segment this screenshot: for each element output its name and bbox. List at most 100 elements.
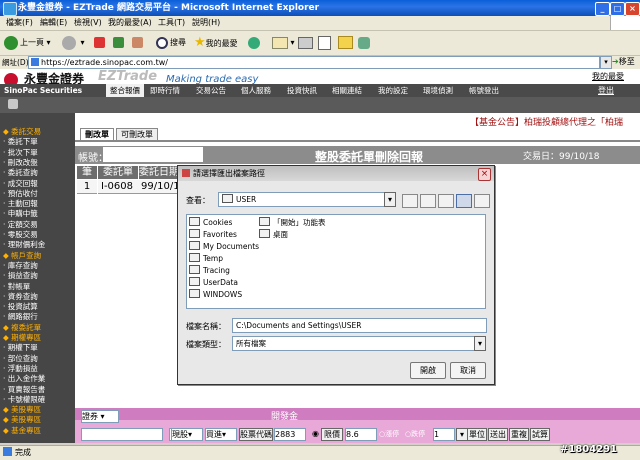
lookin-select[interactable]: USER (218, 192, 393, 207)
nav-realtime-quotes[interactable]: 即時行情 (150, 84, 180, 97)
forward-button[interactable]: ▾ (62, 35, 85, 51)
price-input[interactable]: 8.6 (345, 428, 377, 441)
filetype-select[interactable]: 所有檔案 (232, 336, 477, 351)
menu-tools[interactable]: 工具(T) (158, 17, 185, 29)
home-folder-icon[interactable] (420, 194, 436, 208)
reset-button[interactable]: 重複 (509, 428, 529, 441)
filetype-dropdown-button[interactable]: ▾ (474, 336, 486, 351)
file-list-item[interactable]: UserData (189, 277, 259, 289)
address-input[interactable]: https://eztrade.sinopac.com.tw/ (28, 56, 600, 69)
product-type-select[interactable]: 證券 ▾ (81, 410, 119, 423)
minimize-button[interactable]: _ (595, 2, 610, 16)
refresh-button[interactable] (113, 35, 126, 51)
nav-account-logout[interactable]: 帳號登出 (469, 84, 499, 97)
sidebar-item-14[interactable]: · 損益查詢 (3, 271, 38, 281)
sidebar-item-15[interactable]: · 對帳單 (3, 282, 30, 292)
go-button[interactable]: ➔移至 (612, 56, 635, 67)
mail-button[interactable]: ▾ (272, 35, 295, 51)
sidebar-item-26[interactable]: · 卡號權限確 (3, 395, 45, 405)
sidebar-item-21[interactable]: · 期權下單 (3, 343, 38, 353)
menu-favorites[interactable]: 我的最愛(A) (108, 17, 152, 29)
menu-edit[interactable]: 編輯(E) (40, 17, 67, 29)
sidebar-item-24[interactable]: · 出入金作業 (3, 374, 45, 384)
file-list-item[interactable]: Cookies (189, 217, 259, 229)
new-folder-icon[interactable] (438, 194, 454, 208)
close-button[interactable]: × (625, 2, 640, 16)
open-button[interactable]: 開啟 (410, 362, 446, 379)
my-favorites-link[interactable]: 我的最愛 (592, 71, 624, 82)
sidebar-item-17[interactable]: · 投資試算 (3, 302, 38, 312)
sidebar-item-1[interactable]: · 委託下單 (3, 137, 38, 147)
up-folder-icon[interactable] (402, 194, 418, 208)
sidebar-section-0[interactable]: ◆ 委託交易 (3, 127, 41, 137)
sidebar-item-9[interactable]: · 定額交易 (3, 220, 38, 230)
send-button[interactable]: 送出 (488, 428, 508, 441)
menu-file[interactable]: 檔案(F) (6, 17, 33, 29)
sidebar-item-11[interactable]: · 理財價利金 (3, 240, 45, 250)
edit-button[interactable] (318, 35, 331, 51)
favorites-button[interactable]: ★我的最愛 (194, 35, 238, 51)
messenger-button[interactable] (358, 35, 370, 51)
address-dropdown-button[interactable]: ▾ (600, 56, 612, 69)
sidebar-item-16[interactable]: · 資券查詢 (3, 292, 38, 302)
file-list-item[interactable]: 「開始」功能表 (259, 217, 326, 229)
collapse-toggle-icon[interactable] (8, 99, 18, 109)
nav-environment-check[interactable]: 環境偵測 (423, 84, 453, 97)
nav-my-settings[interactable]: 我的設定 (378, 84, 408, 97)
sidebar-item-10[interactable]: · 零股交易 (3, 230, 38, 240)
file-list-item[interactable]: Favorites (189, 229, 259, 241)
quantity-input[interactable]: 1 (433, 428, 455, 441)
announcement-marquee[interactable]: 【基金公告】柏瑞投顧總代理之「柏瑞 (470, 115, 623, 128)
sidebar-item-13[interactable]: · 庫存查詢 (3, 261, 38, 271)
sidebar-item-22[interactable]: · 部位查詢 (3, 354, 38, 364)
sidebar-item-18[interactable]: · 網路銀行 (3, 312, 38, 322)
stock-code-input[interactable]: 2883 (274, 428, 306, 441)
sidebar-section-12[interactable]: ◆ 帳戶查詢 (3, 251, 41, 261)
dialog-close-button[interactable]: × (478, 168, 491, 181)
file-list-item[interactable]: 桌面 (259, 229, 326, 241)
maximize-button[interactable]: □ (610, 2, 625, 16)
account-select[interactable] (81, 428, 163, 441)
file-list[interactable]: Cookies Favorites My Documents Temp Tracing U… (186, 214, 486, 309)
trial-calc-button[interactable]: 試算 (530, 428, 550, 441)
nav-integrated-quotes[interactable]: 整合報價 (106, 84, 144, 97)
nav-trade-notice[interactable]: 交易公告 (196, 84, 226, 97)
sidebar-section-29[interactable]: ◆ 基金專區 (3, 426, 41, 436)
list-view-icon[interactable] (456, 194, 472, 208)
back-button[interactable]: 上一頁 ▾ (4, 35, 51, 51)
discuss-button[interactable] (338, 35, 353, 51)
sidebar-item-7[interactable]: · 主動回報 (3, 199, 38, 209)
limit-down-radio[interactable]: ○跌停 (405, 429, 425, 439)
sidebar-section-20[interactable]: ◆ 期權專區 (3, 333, 41, 343)
file-list-item[interactable]: My Documents (189, 241, 259, 253)
lookin-dropdown-button[interactable]: ▾ (384, 192, 396, 207)
file-list-item[interactable]: Temp (189, 253, 259, 265)
file-list-item[interactable]: WINDOWS (189, 289, 259, 301)
logout-link[interactable]: 登出 (598, 85, 614, 96)
nav-personal-service[interactable]: 個人服務 (241, 84, 271, 97)
unit-button[interactable]: 單位 (467, 428, 487, 441)
table-cell-order-no[interactable]: I-0608 (98, 180, 141, 194)
tab-modify-order[interactable]: 刪改單 (80, 128, 114, 140)
stop-button[interactable] (94, 35, 107, 51)
sidebar-item-5[interactable]: · 成交回報 (3, 179, 38, 189)
limit-price-radio[interactable]: ◉ (312, 429, 319, 438)
sidebar-item-25[interactable]: · 買賣報告書 (3, 385, 45, 395)
menu-view[interactable]: 檢視(V) (74, 17, 102, 29)
sidebar-item-8[interactable]: · 申購中籤 (3, 209, 38, 219)
sidebar-section-27[interactable]: ◆ 美股專區 (3, 405, 41, 415)
nav-related-links[interactable]: 相關連結 (332, 84, 362, 97)
sidebar-item-23[interactable]: · 浮動損益 (3, 364, 38, 374)
details-view-icon[interactable] (474, 194, 490, 208)
home-button[interactable] (132, 35, 145, 51)
sidebar-section-28[interactable]: ◆ 美股專區 (3, 415, 41, 425)
filename-input[interactable]: C:\Documents and Settings\USER (232, 318, 487, 333)
search-button[interactable]: 搜尋 (156, 35, 186, 51)
sidebar-item-4[interactable]: · 委託查詢 (3, 168, 38, 178)
history-button[interactable] (248, 35, 262, 51)
sidebar-item-3[interactable]: · 刪改改盤 (3, 158, 38, 168)
sidebar-section-19[interactable]: ◆ 複委託單 (3, 323, 41, 333)
limit-up-radio[interactable]: ○漲停 (379, 429, 399, 439)
sidebar-item-2[interactable]: · 批次下單 (3, 148, 38, 158)
stock-code-label[interactable]: 股票代碼 (239, 428, 273, 441)
